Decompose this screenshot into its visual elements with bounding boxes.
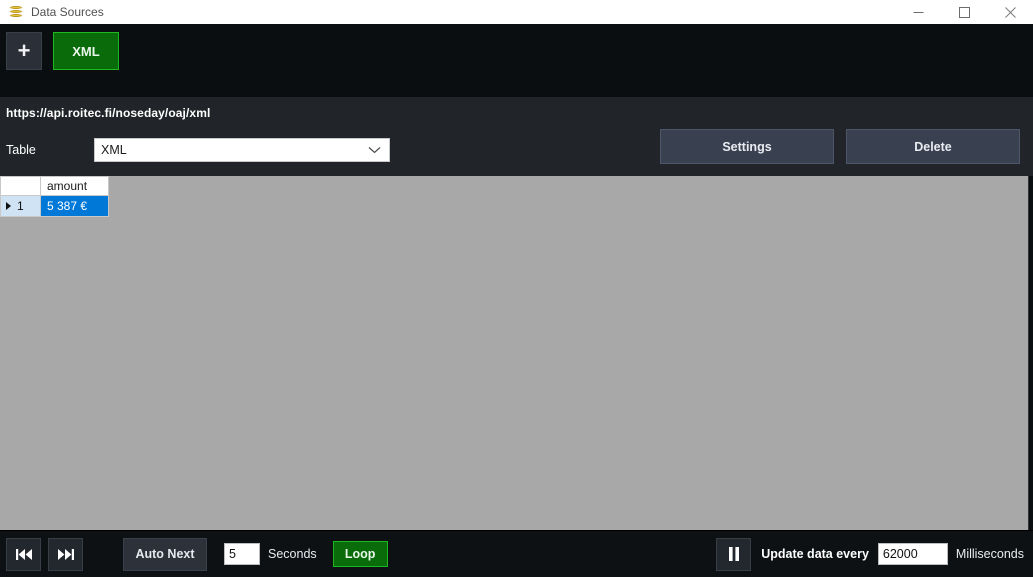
window-title: Data Sources: [31, 5, 104, 19]
row-caret-icon: [6, 202, 11, 210]
window-controls: [895, 0, 1033, 24]
sources-toolbar: + XML: [0, 24, 1033, 97]
loop-button[interactable]: Loop: [332, 541, 388, 567]
grid-column-header-amount[interactable]: amount: [40, 176, 109, 196]
data-sources-window: Data Sources + XML https://api.roitec.fi…: [0, 0, 1033, 577]
grid-header-row: amount: [0, 176, 109, 196]
grid-body: 1 5 387 €: [0, 195, 109, 217]
titlebar: Data Sources: [0, 0, 1033, 24]
grid-cell-amount[interactable]: 5 387 €: [40, 195, 109, 217]
grid-header: amount: [0, 176, 109, 196]
update-interval-input[interactable]: 62000: [877, 543, 948, 565]
seconds-input[interactable]: 5: [224, 543, 260, 565]
seconds-label: Seconds: [268, 547, 317, 561]
playback-bar: Auto Next 5 Seconds Loop Update data eve…: [0, 530, 1033, 577]
update-data-label: Update data every: [761, 547, 869, 561]
grid-row-index: 1: [17, 199, 24, 213]
settings-button[interactable]: Settings: [660, 129, 834, 164]
titlebar-left: Data Sources: [0, 4, 104, 20]
table-row[interactable]: 1 5 387 €: [0, 195, 109, 217]
pause-icon[interactable]: [716, 537, 752, 571]
skip-to-next-icon[interactable]: [48, 537, 83, 571]
minimize-icon[interactable]: [895, 0, 941, 24]
data-grid[interactable]: amount 1 5 387 €: [0, 176, 109, 217]
source-panel: https://api.roitec.fi/noseday/oaj/xml Ta…: [0, 97, 1033, 176]
panel-actions: Settings Delete: [660, 129, 1020, 164]
close-icon[interactable]: [987, 0, 1033, 24]
update-cluster: Update data every 62000 Milliseconds: [716, 537, 1027, 571]
auto-next-button[interactable]: Auto Next: [123, 537, 207, 571]
add-source-button[interactable]: +: [6, 32, 42, 70]
skip-to-first-icon[interactable]: [6, 537, 41, 571]
grid-corner-header[interactable]: [0, 176, 41, 196]
grid-row-header-1[interactable]: 1: [0, 195, 41, 217]
content-area: amount 1 5 387 €: [0, 176, 1033, 530]
delete-button[interactable]: Delete: [846, 129, 1020, 164]
table-label: Table: [6, 143, 36, 157]
chevron-down-icon: [368, 143, 381, 157]
table-select[interactable]: XML: [94, 138, 390, 162]
maximize-icon[interactable]: [941, 0, 987, 24]
grid-surface: amount 1 5 387 €: [0, 176, 1029, 530]
database-stack-icon: [8, 4, 24, 20]
table-select-value: XML: [101, 143, 127, 157]
source-url: https://api.roitec.fi/noseday/oaj/xml: [6, 106, 211, 120]
source-tab-xml[interactable]: XML: [53, 32, 119, 70]
milliseconds-label: Milliseconds: [955, 547, 1024, 561]
